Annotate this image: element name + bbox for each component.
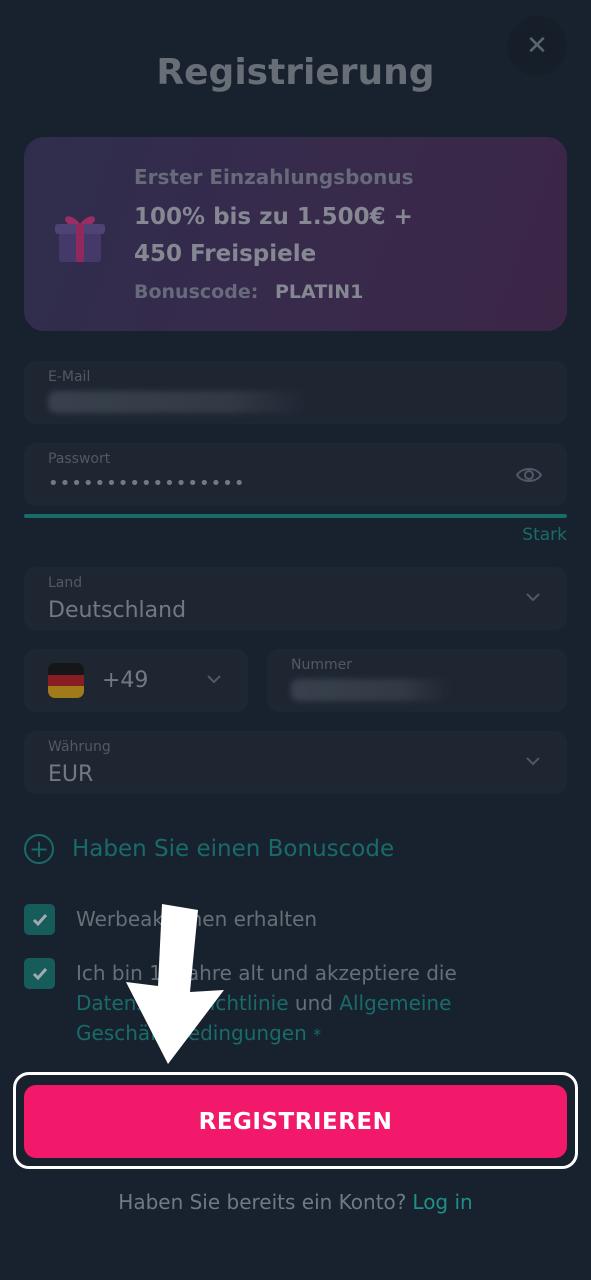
email-field[interactable]: E-Mail	[24, 361, 567, 424]
password-label: Passwort	[48, 451, 111, 467]
currency-value: EUR	[48, 762, 94, 787]
bonus-code-label: Bonuscode:	[134, 281, 259, 303]
arrow-down-icon	[126, 904, 224, 1064]
terms-and: und	[294, 991, 333, 1015]
required-mark: *	[313, 1025, 322, 1044]
bonus-code-toggle[interactable]: + Haben Sie einen Bonuscode	[24, 834, 394, 864]
page-title: Registrierung	[156, 52, 435, 93]
country-value: Deutschland	[48, 598, 187, 623]
checkmark-icon	[32, 913, 47, 926]
promo-checkbox[interactable]	[24, 904, 55, 935]
germany-flag-icon	[48, 663, 84, 698]
login-question: Haben Sie bereits ein Konto?	[118, 1190, 407, 1214]
bonus-code-toggle-label: Haben Sie einen Bonuscode	[72, 836, 395, 862]
plus-circle-icon: +	[24, 834, 54, 864]
chevron-down-icon	[526, 593, 540, 602]
currency-label: Währung	[48, 739, 111, 755]
bonus-code-value: PLATIN1	[274, 281, 364, 303]
password-strength-label: Stark	[522, 525, 567, 545]
country-select[interactable]: Land Deutschland	[24, 567, 567, 630]
password-field[interactable]: Passwort •••••••••••••••••	[24, 443, 567, 506]
login-link[interactable]: Log in	[412, 1190, 472, 1214]
bonus-code-row: Bonuscode: PLATIN1	[134, 281, 363, 303]
chevron-down-icon	[526, 757, 540, 766]
checkmark-icon	[32, 967, 47, 980]
gift-icon	[55, 216, 105, 262]
terms-checkbox[interactable]	[24, 958, 55, 989]
password-strength-bar	[24, 514, 567, 518]
country-label: Land	[48, 575, 83, 591]
email-value-blurred	[48, 391, 308, 413]
bonus-card: Erster Einzahlungsbonus 100% bis zu 1.50…	[24, 137, 567, 331]
bonus-subtitle: Erster Einzahlungsbonus	[134, 165, 414, 189]
register-button[interactable]: REGISTRIEREN	[24, 1085, 567, 1158]
chevron-down-icon	[207, 675, 221, 684]
eye-icon[interactable]	[515, 461, 543, 489]
login-row: Haben Sie bereits ein Konto? Log in	[0, 1190, 591, 1214]
currency-select[interactable]: Währung EUR	[24, 731, 567, 794]
phone-prefix-value: +49	[102, 668, 149, 693]
phone-number-value-blurred	[291, 679, 451, 701]
email-label: E-Mail	[48, 369, 91, 385]
password-value: •••••••••••••••••	[48, 473, 246, 494]
phone-prefix-select[interactable]: +49	[24, 649, 248, 712]
phone-number-label: Nummer	[291, 657, 352, 673]
bonus-offer: 100% bis zu 1.500€ + 450 Freispiele	[134, 204, 413, 267]
phone-number-field[interactable]: Nummer	[267, 649, 567, 712]
